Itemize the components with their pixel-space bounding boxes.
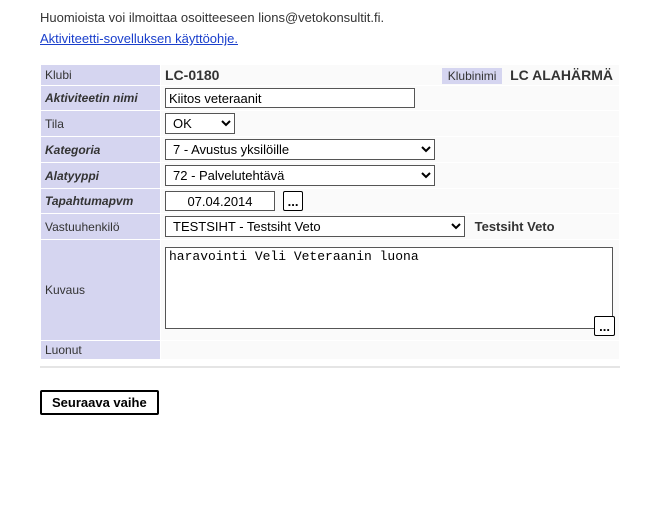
- kuvaus-ellipsis-button[interactable]: ...: [594, 316, 615, 336]
- label-kategoria: Kategoria: [41, 137, 161, 163]
- tapahtumapvm-input[interactable]: [165, 191, 275, 211]
- label-tapahtumapvm: Tapahtumapvm: [41, 189, 161, 214]
- vastuuhenkilo-name: Testsiht Veto: [475, 219, 555, 234]
- alatyyppi-select[interactable]: 72 - Palvelutehtävä: [165, 165, 435, 186]
- tila-select[interactable]: OK: [165, 113, 235, 134]
- label-klubinimi: Klubinimi: [442, 68, 503, 84]
- label-luonut: Luonut: [41, 341, 161, 360]
- klubinimi-value: LC ALAHÄRMÄ: [510, 67, 613, 83]
- divider: [40, 366, 620, 368]
- activity-form: Klubi LC-0180 Klubinimi LC ALAHÄRMÄ Akti…: [40, 64, 620, 360]
- kuvaus-textarea[interactable]: [165, 247, 613, 329]
- label-tila: Tila: [41, 111, 161, 137]
- vastuuhenkilo-select[interactable]: TESTSIHT - Testsiht Veto: [165, 216, 465, 237]
- kategoria-select[interactable]: 7 - Avustus yksilöille: [165, 139, 435, 160]
- label-klubi: Klubi: [41, 65, 161, 86]
- aktiviteetin-nimi-input[interactable]: [165, 88, 415, 108]
- klubi-code: LC-0180: [165, 67, 219, 83]
- next-step-button[interactable]: Seuraava vaihe: [40, 390, 159, 415]
- label-kuvaus: Kuvaus: [41, 240, 161, 341]
- help-link[interactable]: Aktiviteetti-sovelluksen käyttöohje.: [40, 31, 238, 46]
- date-picker-button[interactable]: ...: [283, 191, 304, 211]
- intro-text: Huomioista voi ilmoittaa osoitteeseen li…: [40, 10, 626, 25]
- label-alatyyppi: Alatyyppi: [41, 163, 161, 189]
- label-aktiviteetin-nimi: Aktiviteetin nimi: [41, 86, 161, 111]
- label-vastuuhenkilo: Vastuuhenkilö: [41, 214, 161, 240]
